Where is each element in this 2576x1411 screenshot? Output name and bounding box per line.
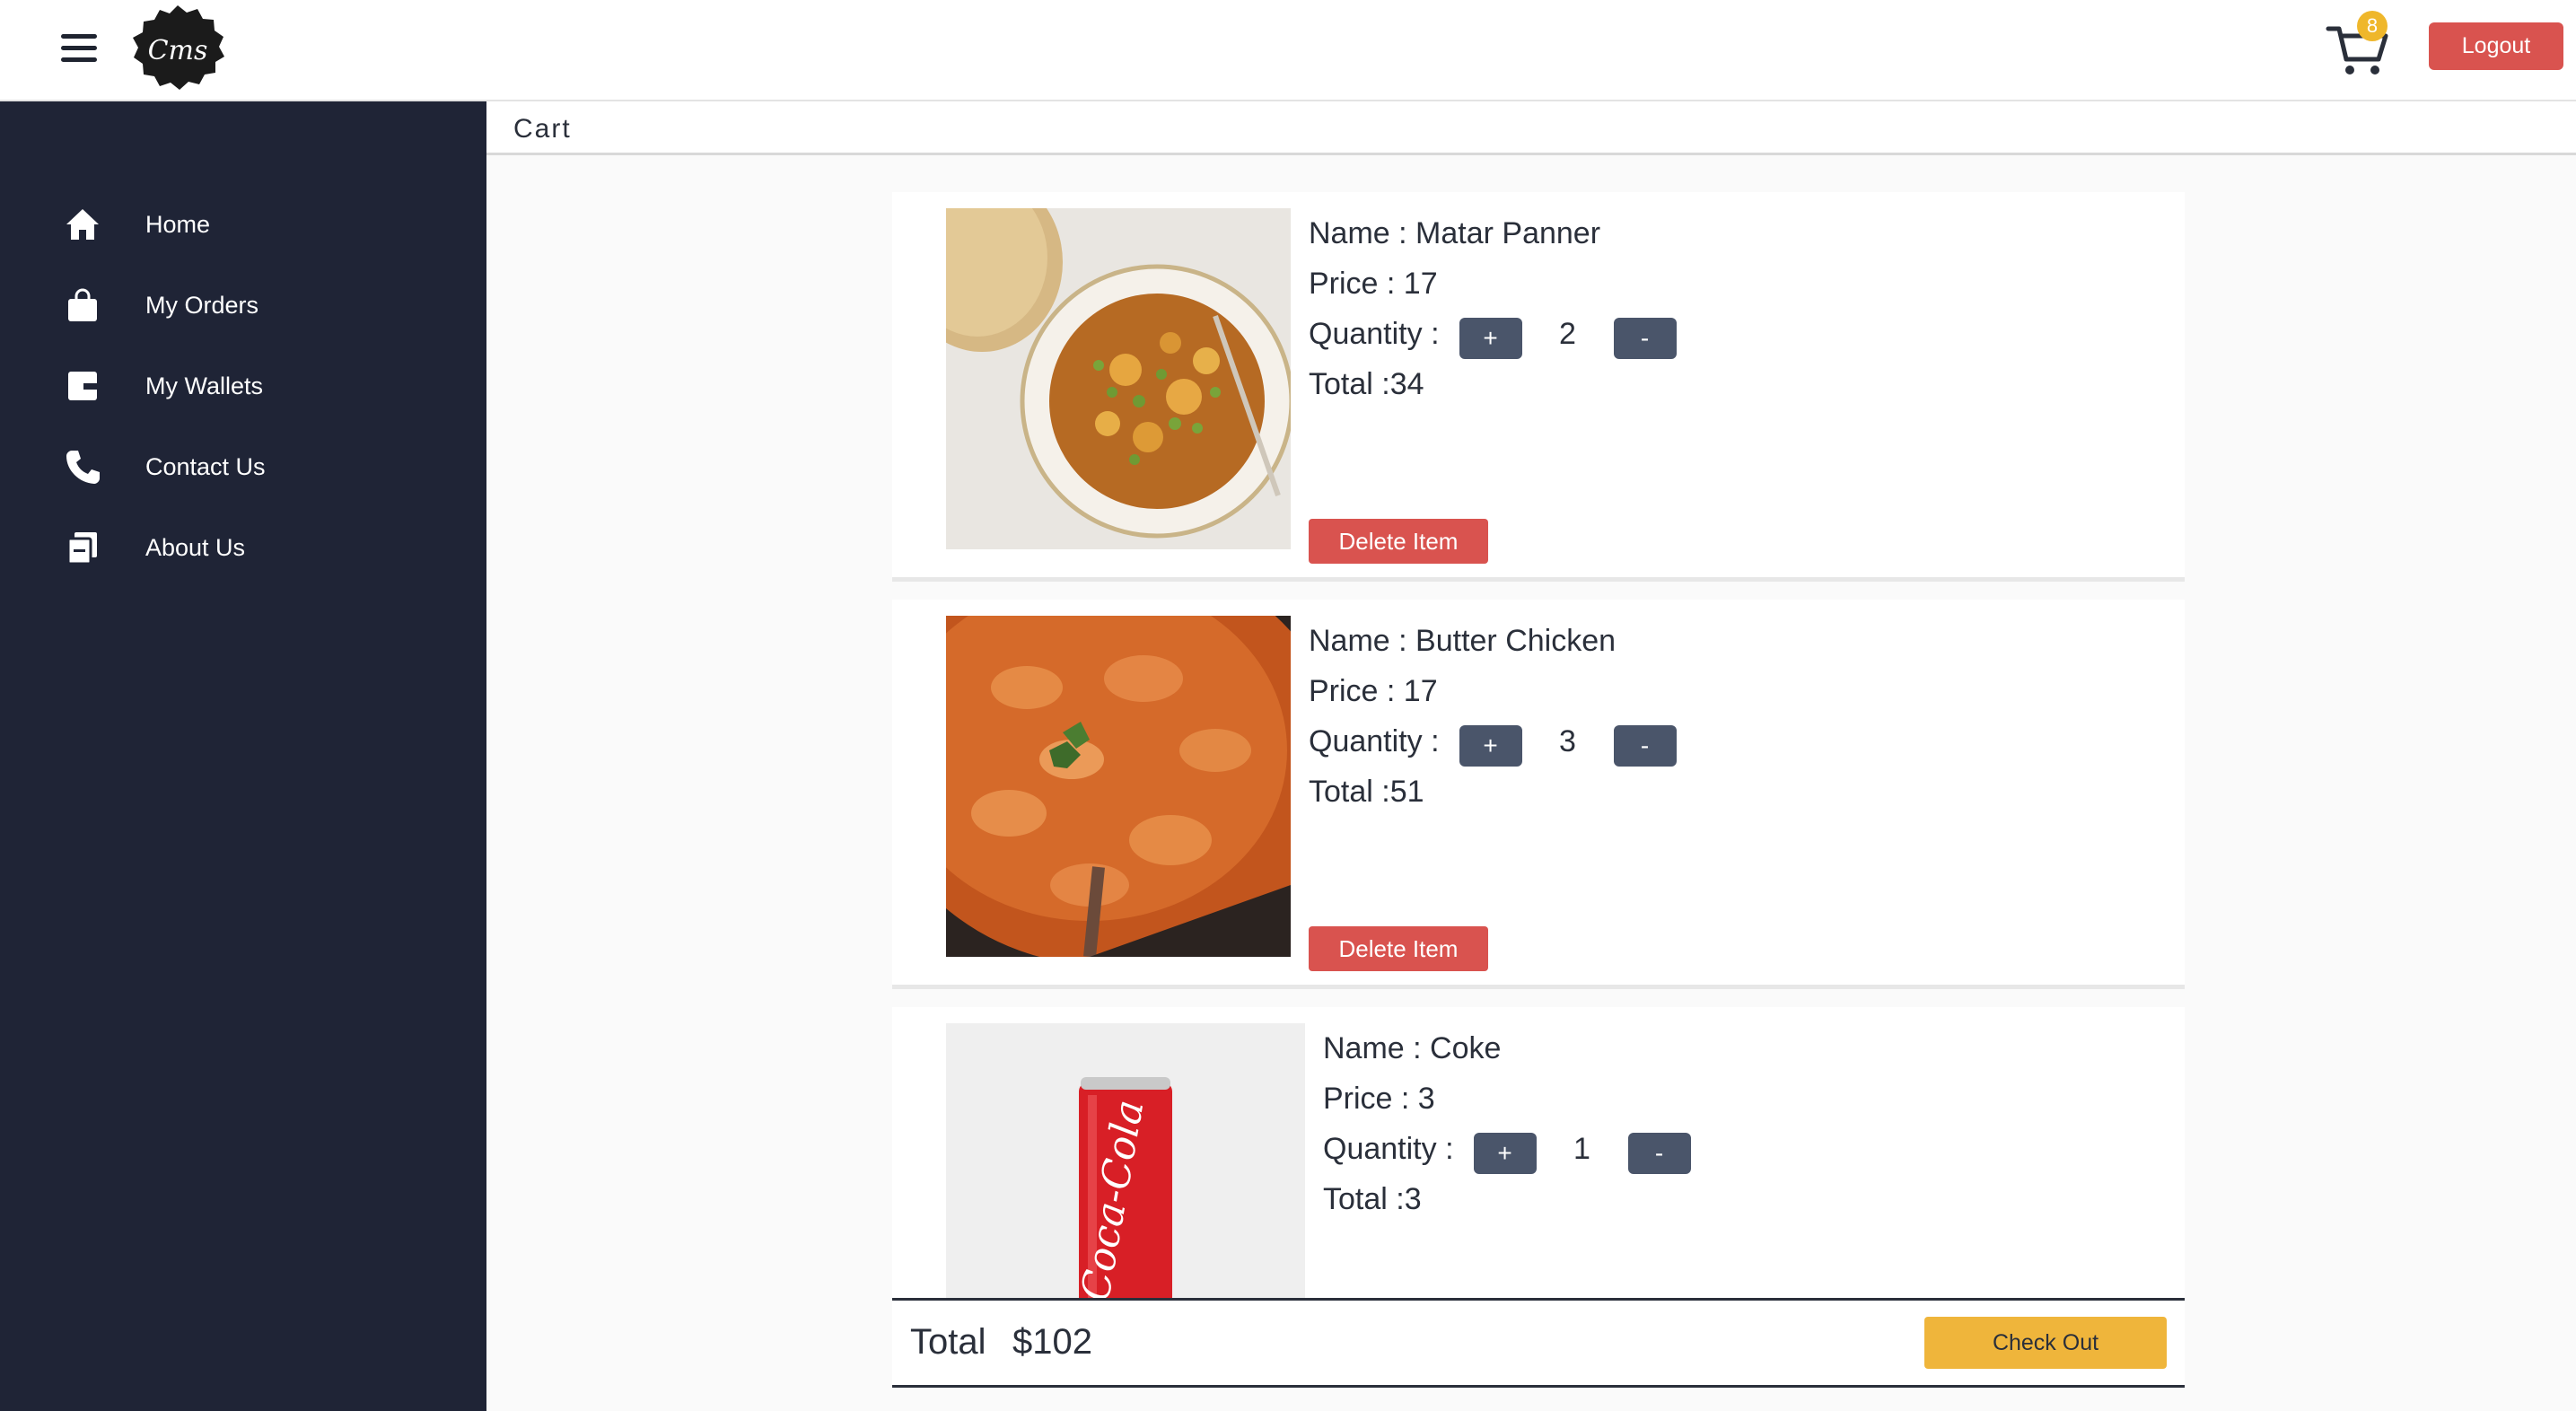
total-label: Total: [910, 1322, 986, 1362]
quantity-label: Quantity :: [1309, 724, 1440, 758]
decrease-quantity-button[interactable]: -: [1627, 1133, 1691, 1174]
decrease-quantity-button[interactable]: -: [1613, 318, 1677, 359]
item-name: Name : Coke: [1323, 1031, 1502, 1065]
sidebar-item-my-orders[interactable]: My Orders: [63, 278, 458, 332]
sidebar: Home My Orders My Wallets Contact Us Abo…: [0, 101, 486, 1411]
item-price: Price : 17: [1309, 674, 1438, 708]
coke-can-photo: Coca-Cola: [946, 1023, 1305, 1298]
sidebar-item-home[interactable]: Home: [63, 197, 458, 251]
total-value: $102: [1012, 1322, 1092, 1362]
quantity-value: 3: [1559, 724, 1576, 758]
item-price: Price : 17: [1309, 267, 1438, 301]
item-name: Name : Matar Panner: [1309, 216, 1601, 250]
quantity-value: 1: [1573, 1132, 1590, 1166]
quantity-row: Quantity : + 3 -: [1309, 716, 1677, 767]
increase-quantity-button[interactable]: +: [1473, 1133, 1537, 1174]
item-price: Price : 3: [1323, 1082, 1435, 1116]
shopping-bag-icon: [63, 285, 102, 325]
sidebar-item-my-wallets[interactable]: My Wallets: [63, 359, 458, 413]
logout-button[interactable]: Logout: [2429, 22, 2563, 70]
sidebar-item-label: Contact Us: [145, 452, 266, 480]
item-total: Total :3: [1323, 1182, 1422, 1216]
decrease-quantity-button[interactable]: -: [1613, 725, 1677, 767]
cart-item: Coca-Cola Name : Coke Price : 3 Quantity…: [892, 1007, 2185, 1298]
quantity-value: 2: [1559, 317, 1576, 351]
cart-total-bar: Total $102 Check Out: [892, 1298, 2185, 1388]
cart-item: Name : Matar Panner Price : 17 Quantity …: [892, 192, 2185, 582]
sidebar-item-label: My Orders: [145, 291, 259, 319]
sidebar-item-label: Home: [145, 210, 211, 238]
matar-panner-photo: [946, 208, 1291, 549]
wallet-icon: [63, 366, 102, 406]
quantity-label: Quantity :: [1323, 1132, 1454, 1166]
cart-item-details: Name : Butter Chicken Price : 17 Quantit…: [1309, 616, 1677, 817]
cart-item: Name : Butter Chicken Price : 17 Quantit…: [892, 600, 2185, 989]
sidebar-item-label: About Us: [145, 533, 246, 561]
cart-item-list[interactable]: Name : Matar Panner Price : 17 Quantity …: [892, 192, 2185, 1298]
home-icon: [63, 205, 102, 244]
sidebar-item-about-us[interactable]: About Us: [63, 521, 458, 574]
butter-chicken-photo: [946, 616, 1291, 957]
cart-count-badge: 8: [2357, 11, 2388, 41]
top-bar: Cms 8 Logout: [0, 0, 2576, 101]
page-title: Cart: [513, 114, 572, 144]
page-header: Cart: [486, 101, 2576, 155]
sidebar-item-label: My Wallets: [145, 372, 264, 399]
phone-icon: [63, 447, 102, 486]
delete-item-button[interactable]: Delete Item: [1309, 926, 1488, 971]
item-total: Total :34: [1309, 367, 1424, 401]
sidebar-item-contact-us[interactable]: Contact Us: [63, 440, 458, 494]
delete-item-button[interactable]: Delete Item: [1309, 519, 1488, 564]
item-name: Name : Butter Chicken: [1309, 624, 1617, 658]
increase-quantity-button[interactable]: +: [1459, 725, 1522, 767]
check-out-button[interactable]: Check Out: [1924, 1317, 2167, 1369]
increase-quantity-button[interactable]: +: [1459, 318, 1522, 359]
hamburger-menu-icon[interactable]: [61, 34, 97, 65]
quantity-label: Quantity :: [1309, 317, 1440, 351]
item-total: Total :51: [1309, 775, 1424, 809]
cart-item-details: Name : Coke Price : 3 Quantity : + 1 - T…: [1323, 1023, 1691, 1224]
copy-icon: [63, 528, 102, 567]
quantity-row: Quantity : + 2 -: [1309, 309, 1677, 359]
logo-text: Cms: [148, 35, 208, 66]
quantity-row: Quantity : + 1 -: [1323, 1124, 1691, 1174]
cms-logo[interactable]: Cms: [126, 4, 230, 93]
cart-item-details: Name : Matar Panner Price : 17 Quantity …: [1309, 208, 1677, 409]
